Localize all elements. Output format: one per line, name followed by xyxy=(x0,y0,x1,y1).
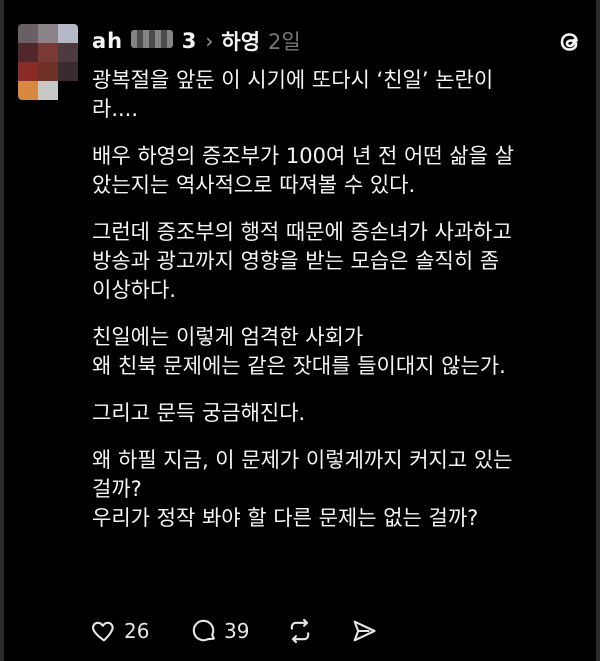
action-bar: 26 39 xyxy=(90,617,378,645)
share-button[interactable] xyxy=(350,617,378,645)
line: 이상하다. xyxy=(92,278,176,302)
share-icon xyxy=(353,620,376,642)
repost-icon xyxy=(290,618,310,644)
line: 았는지는 역사적으로 따져볼 수 있다. xyxy=(92,173,416,197)
username[interactable]: ah 3 xyxy=(92,29,197,53)
like-count: 26 xyxy=(124,619,150,643)
line: 그리고 문득 궁금해진다. xyxy=(92,401,306,425)
paragraph-3: 그런데 증조부의 행적 때문에 증손녀가 사과하고 방송과 광고까지 영향을 받… xyxy=(92,218,587,305)
paragraph-5: 그리고 문득 궁금해진다. xyxy=(92,399,587,428)
line: 그런데 증조부의 행적 때문에 증손녀가 사과하고 xyxy=(92,220,512,244)
line: 걸까? xyxy=(92,477,142,501)
line: 우리가 정작 봐야 할 다른 문제는 없는 걸까? xyxy=(92,506,479,530)
post-header: ah 3 › 하영 2일 xyxy=(92,26,301,56)
paragraph-4: 친일에는 이렇게 엄격한 사회가 왜 친북 문제에는 같은 잣대를 들이대지 않… xyxy=(92,323,587,381)
post-body: 광복절을 앞둔 이 시기에 또다시 ‘친일’ 논란이 라.... 배우 하영의 … xyxy=(92,66,587,533)
threads-logo-icon[interactable] xyxy=(556,28,584,56)
line: 왜 하필 지금, 이 문제가 이렇게까지 커지고 있는 xyxy=(92,448,513,472)
paragraph-2: 배우 하영의 증조부가 100여 년 전 어떤 삶을 살 았는지는 역사적으로 … xyxy=(92,142,587,200)
line: 왜 친북 문제에는 같은 잣대를 들이대지 않는가. xyxy=(92,354,506,378)
comment-icon xyxy=(192,619,215,642)
comment-count: 39 xyxy=(224,619,250,643)
repost-button[interactable] xyxy=(286,617,350,645)
line: 배우 하영의 증조부가 100여 년 전 어떤 삶을 살 xyxy=(92,144,514,168)
line: 라.... xyxy=(92,97,139,121)
like-button[interactable]: 26 xyxy=(90,617,190,645)
paragraph-1: 광복절을 앞둔 이 시기에 또다시 ‘친일’ 논란이 라.... xyxy=(92,66,587,124)
avatar[interactable] xyxy=(18,24,78,100)
username-tail: 3 xyxy=(181,29,198,53)
line: 광복절을 앞둔 이 시기에 또다시 ‘친일’ 논란이 xyxy=(92,68,494,92)
mentioned-user[interactable]: 하영 xyxy=(221,26,260,56)
line: 친일에는 이렇게 엄격한 사회가 xyxy=(92,325,364,349)
username-text[interactable]: ah xyxy=(92,29,123,53)
line: 방송과 광고까지 영향을 받는 모습은 솔직히 좀 xyxy=(92,249,500,273)
username-redacted xyxy=(131,30,174,48)
paragraph-6: 왜 하필 지금, 이 문제가 이렇게까지 커지고 있는 걸까? 우리가 정작 봐… xyxy=(92,446,587,533)
chevron-right-icon: › xyxy=(205,29,214,53)
post-time: 2일 xyxy=(268,30,301,54)
heart-icon xyxy=(92,621,114,642)
comment-button[interactable]: 39 xyxy=(190,617,286,645)
